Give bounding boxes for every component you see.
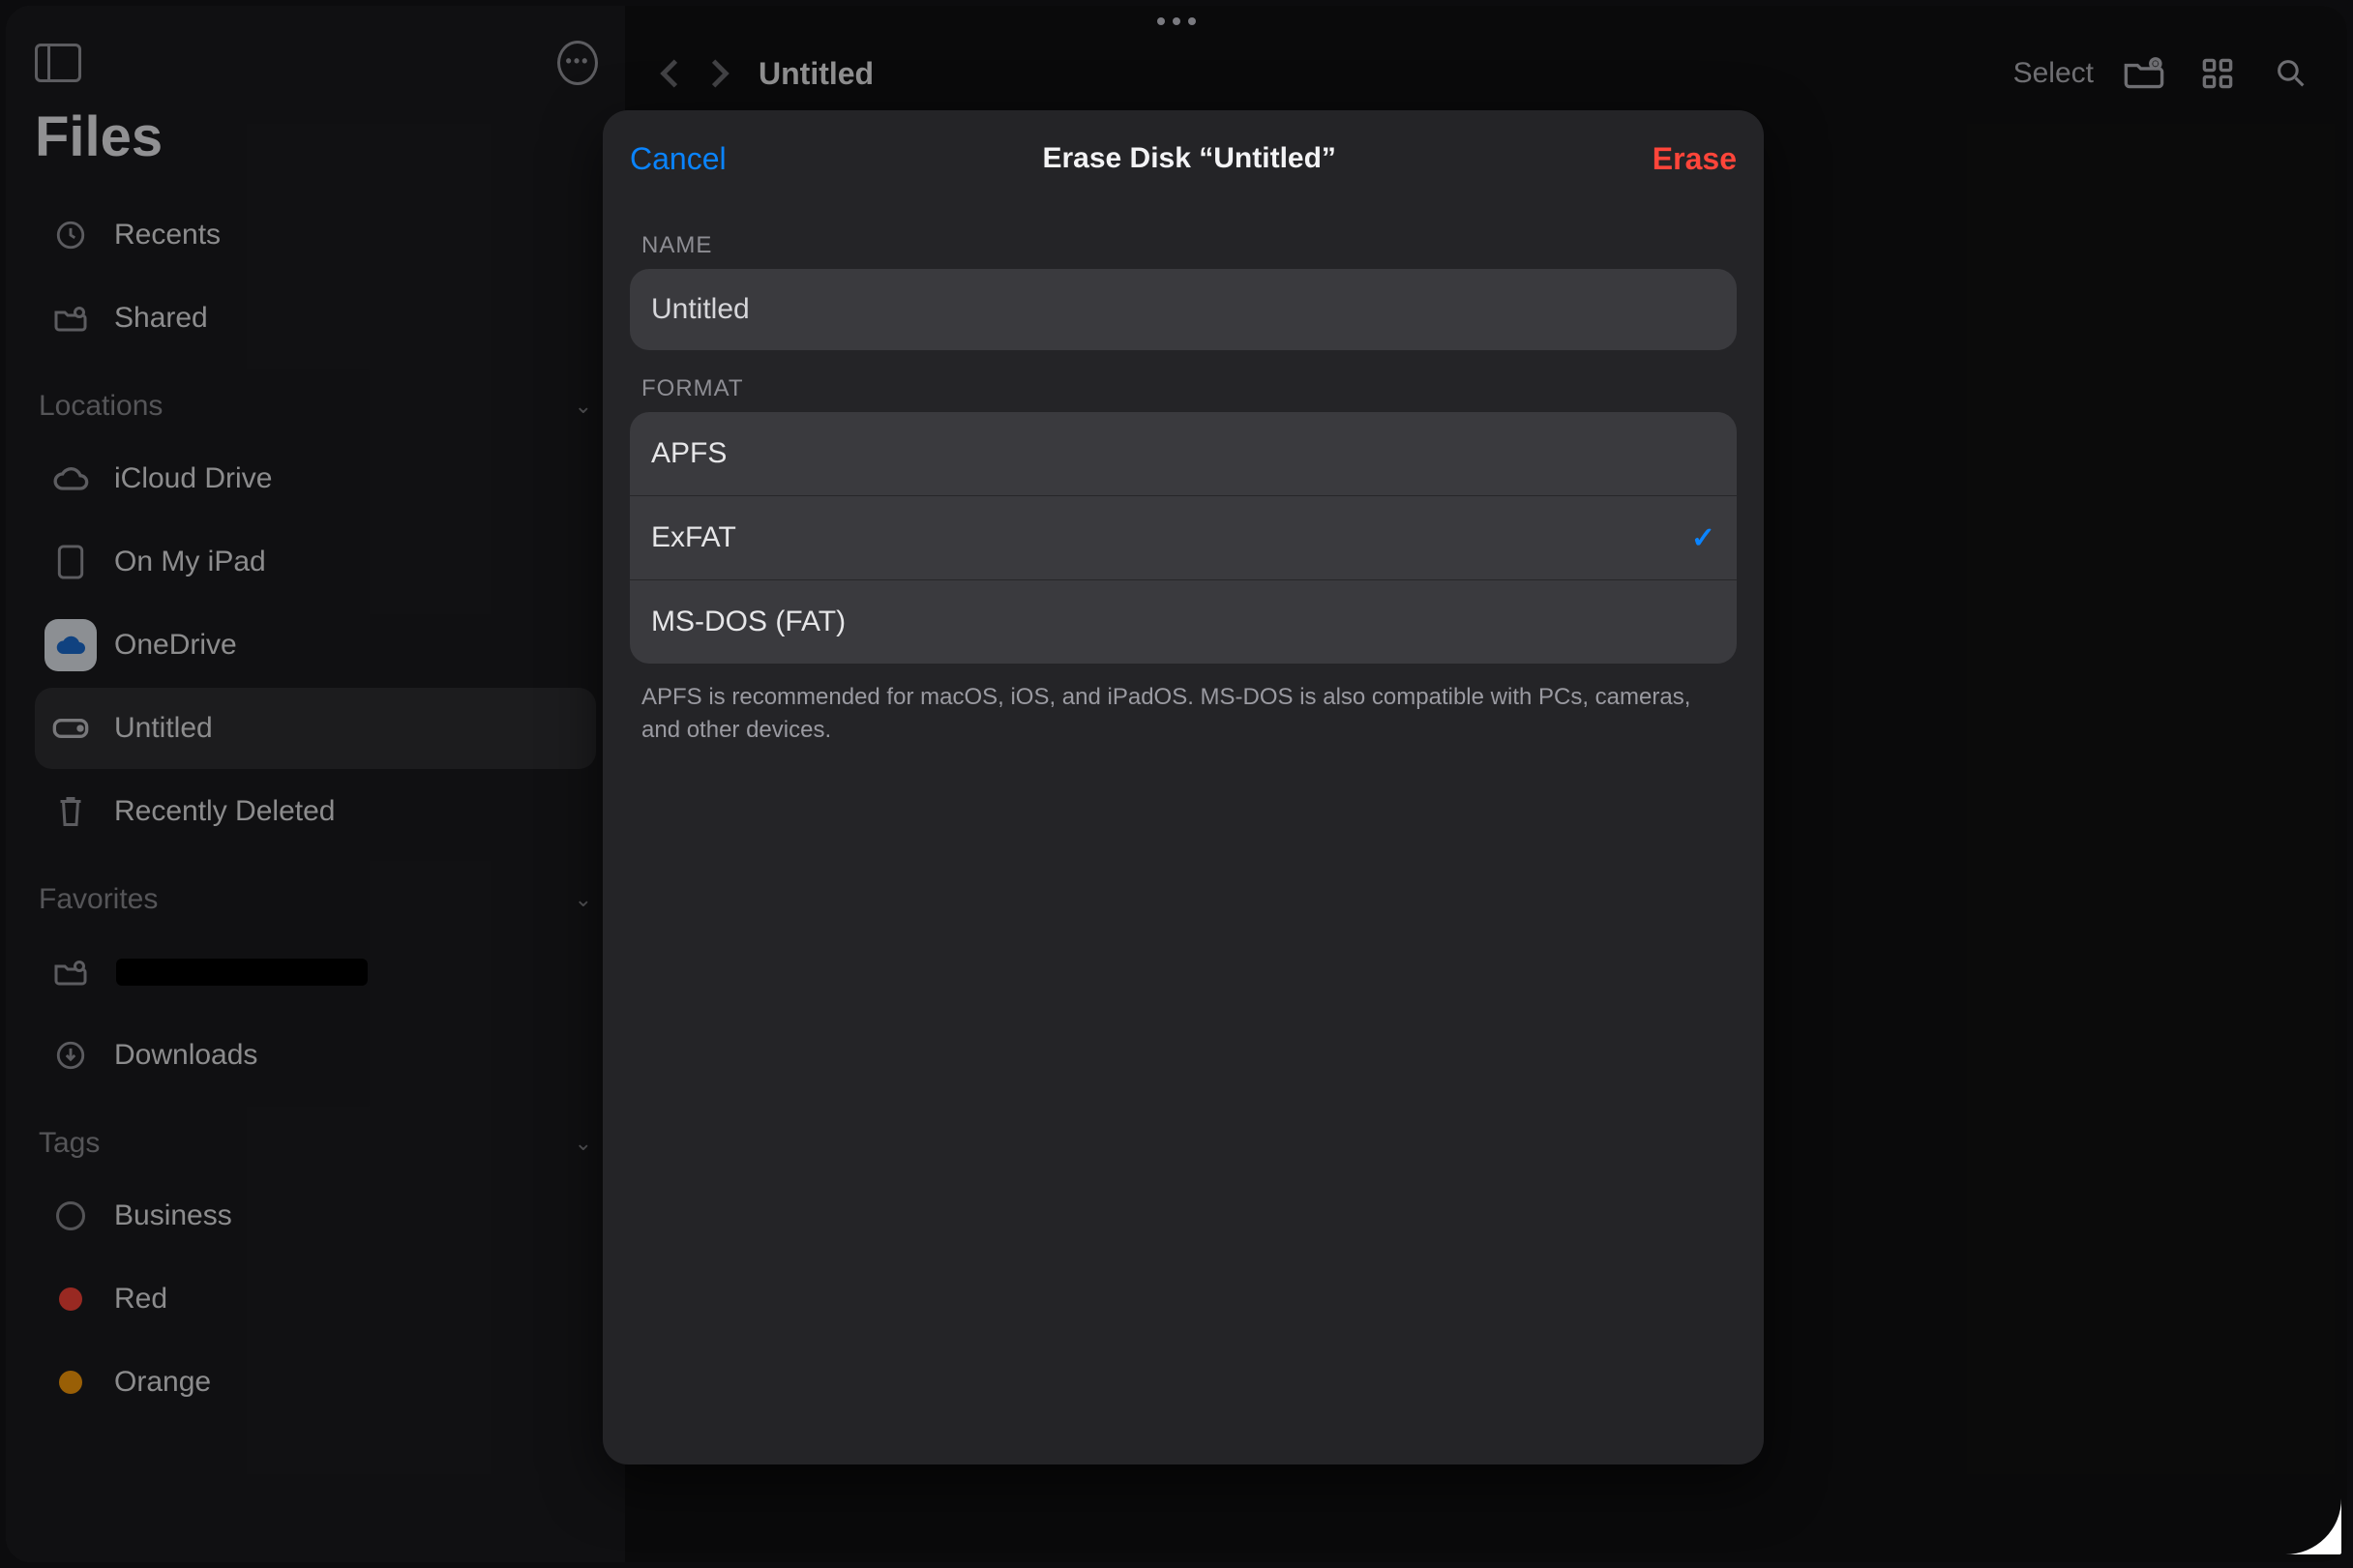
- menu-dots-icon[interactable]: [1157, 17, 1196, 25]
- name-input[interactable]: Untitled: [630, 269, 1737, 350]
- cancel-button[interactable]: Cancel: [630, 141, 727, 177]
- checkmark-icon: ✓: [1691, 521, 1715, 555]
- name-label: NAME: [630, 207, 1737, 269]
- format-label: FORMAT: [630, 350, 1737, 412]
- erase-button[interactable]: Erase: [1653, 141, 1737, 177]
- format-option-label: MS-DOS (FAT): [651, 606, 846, 638]
- erase-disk-sheet: Cancel Erase Disk “Untitled” Erase NAME …: [603, 110, 1764, 1464]
- sheet-title: Erase Disk “Untitled”: [1042, 142, 1335, 175]
- format-option-label: APFS: [651, 437, 727, 470]
- app-window: ••• Files Recents Shared Locations ⌄: [6, 6, 2347, 1562]
- name-value: Untitled: [651, 293, 750, 326]
- format-list: APFS ExFAT ✓ MS-DOS (FAT): [630, 412, 1737, 664]
- format-option-msdos[interactable]: MS-DOS (FAT): [630, 579, 1737, 664]
- format-option-exfat[interactable]: ExFAT ✓: [630, 495, 1737, 579]
- backdrop-decoration: [2285, 1498, 2341, 1554]
- format-hint: APFS is recommended for macOS, iOS, and …: [630, 664, 1737, 763]
- format-option-label: ExFAT: [651, 521, 736, 554]
- format-option-apfs[interactable]: APFS: [630, 412, 1737, 495]
